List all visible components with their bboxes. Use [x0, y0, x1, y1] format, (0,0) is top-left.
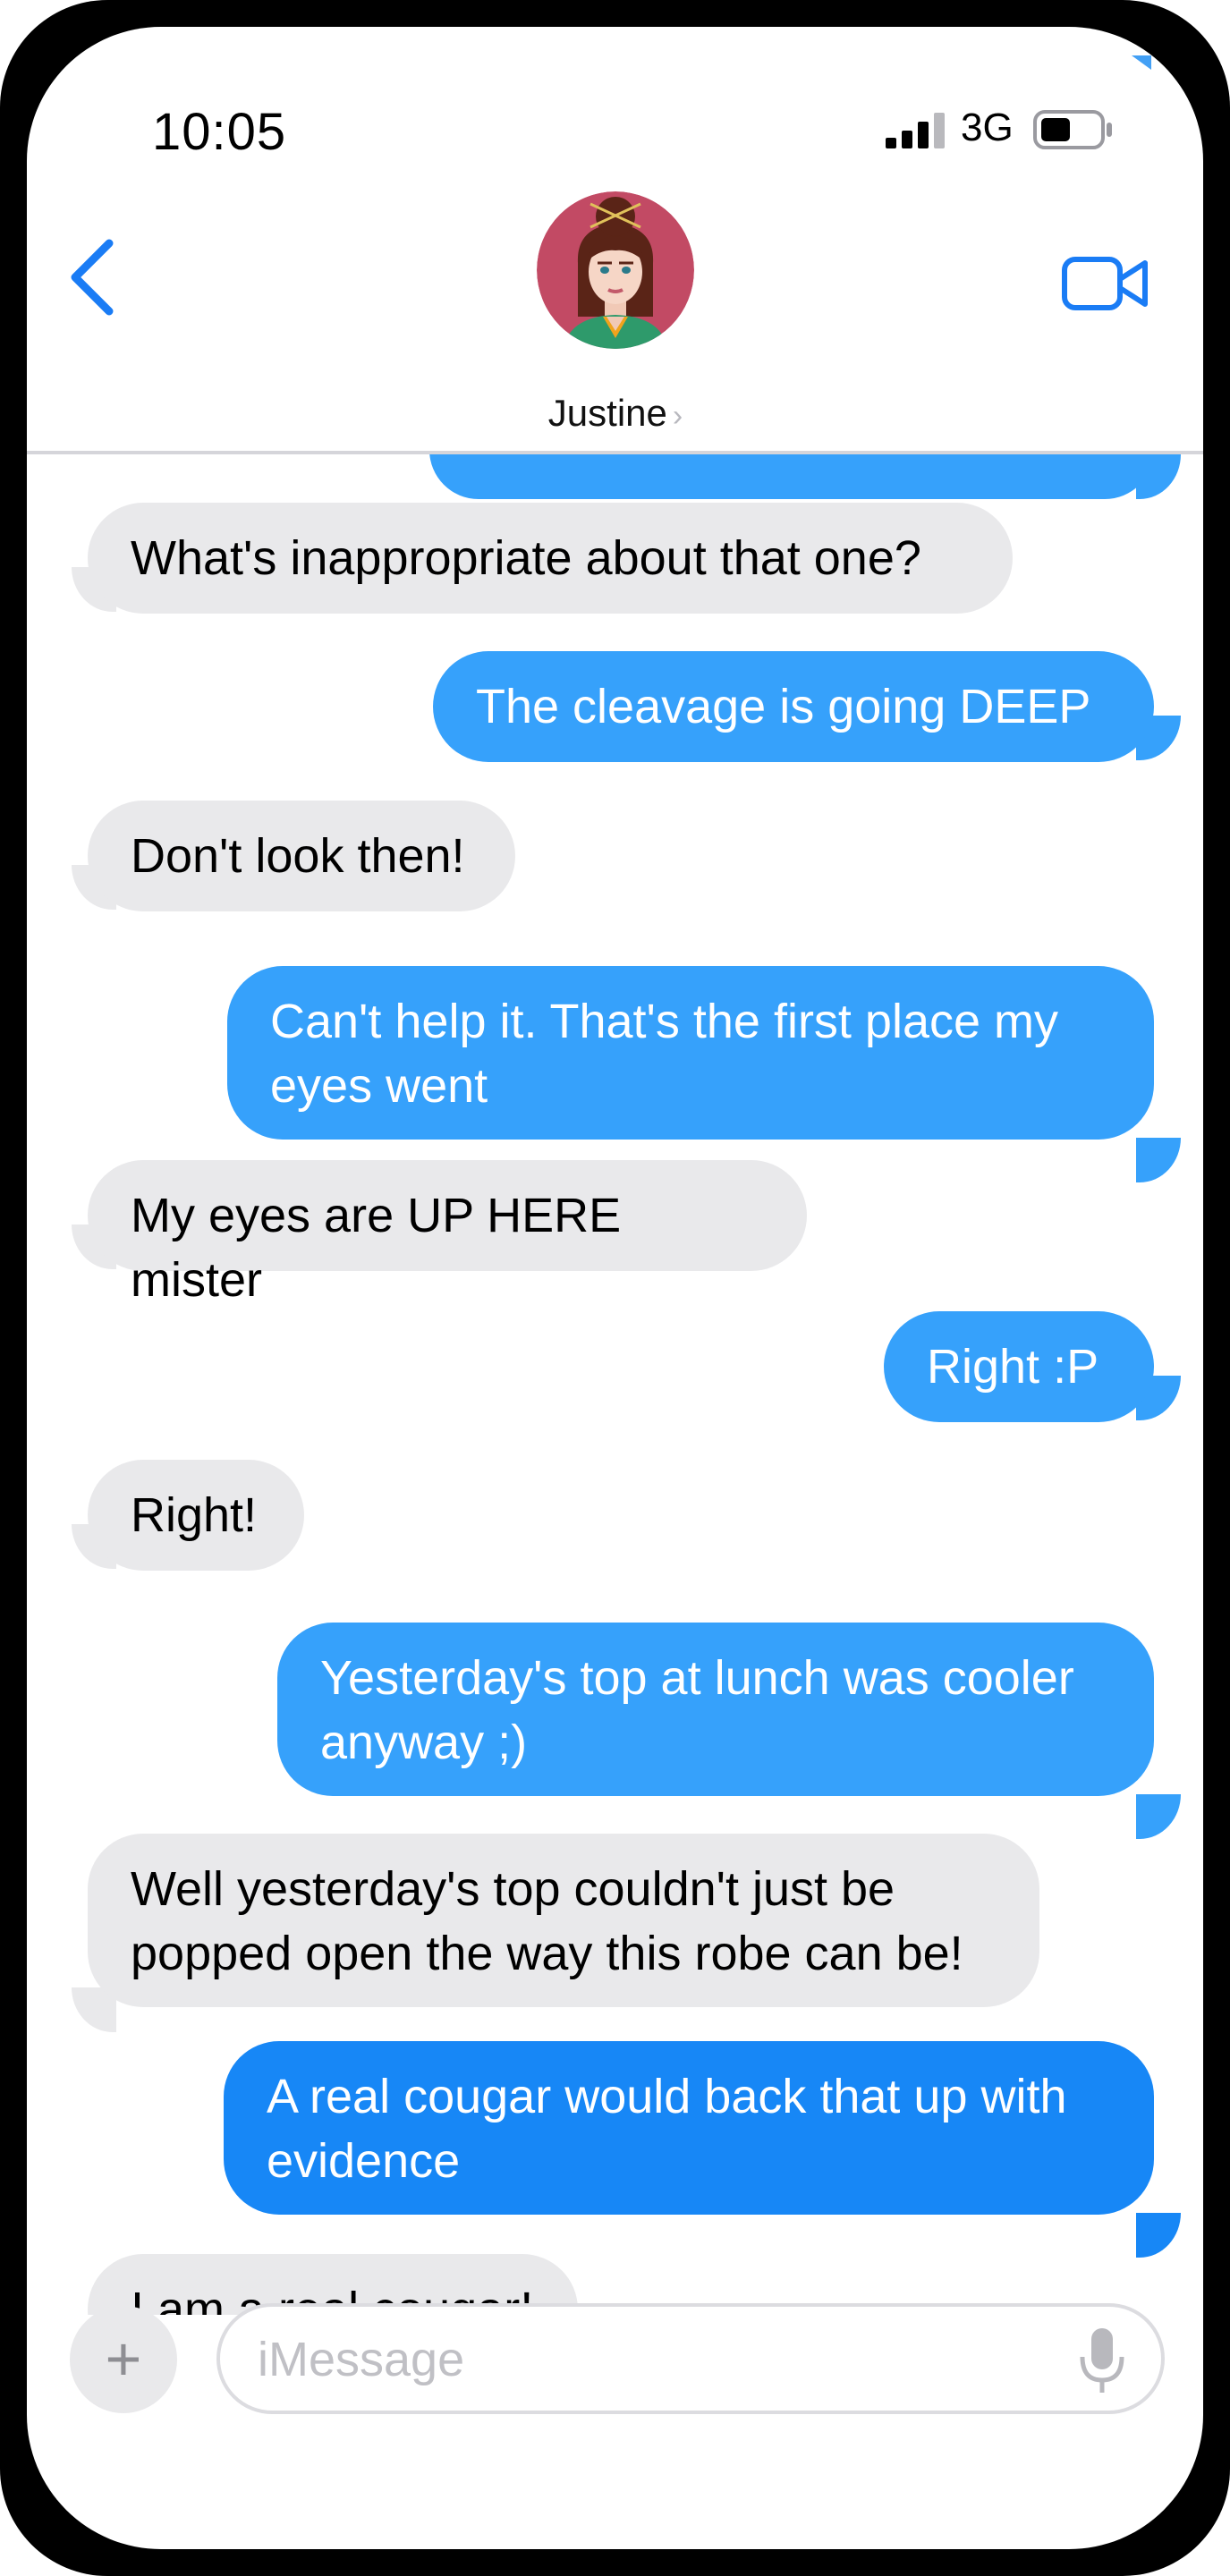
message-bubble-outgoing[interactable]: Can't help it. That's the first place my… [227, 966, 1154, 1140]
status-time: 10:05 [152, 103, 287, 161]
avatar[interactable] [537, 191, 694, 349]
add-attachment-button[interactable]: + [70, 2306, 177, 2413]
signal-bars-icon [886, 113, 945, 148]
message-input[interactable] [256, 2321, 1047, 2398]
contact-chevron-icon: › [672, 399, 683, 433]
network-type: 3G [961, 106, 1014, 149]
message-bubble-incoming[interactable]: My eyes are UP HERE mister [88, 1160, 807, 1307]
message-list[interactable]: What's inappropriate about that one? The… [27, 454, 1203, 2315]
contact-name: Justine [547, 392, 667, 434]
microphone-icon[interactable] [1079, 2326, 1125, 2396]
message-bubble-outgoing[interactable]: The cleavage is going DEEP [433, 651, 1154, 762]
message-bubble-incoming[interactable]: What's inappropriate about that one? [88, 503, 1013, 614]
contact-name-button[interactable]: Justine › [474, 392, 757, 435]
message-bubble-outgoing[interactable] [429, 454, 1154, 499]
message-input-container[interactable] [216, 2303, 1165, 2414]
message-bubble-outgoing[interactable]: Right :P [884, 1311, 1154, 1422]
plus-icon: + [105, 2324, 142, 2394]
bubble-tail [1136, 2213, 1181, 2258]
message-bubble-incoming[interactable]: Right! [88, 1460, 304, 1571]
bubble-tail [1136, 454, 1181, 499]
phone-screen: 10:05 3G Justine › What's inappropriate … [27, 27, 1203, 2549]
message-bubble-outgoing[interactable]: A real cougar would back that up with ev… [224, 2041, 1154, 2215]
message-bubble-incoming[interactable]: Don't look then! [88, 801, 515, 911]
message-bubble-outgoing[interactable]: Yesterday's top at lunch was cooler anyw… [277, 1623, 1154, 1796]
phone-frame: 10:05 3G Justine › What's inappropriate … [0, 0, 1230, 2576]
video-camera-icon[interactable] [1061, 252, 1150, 315]
back-chevron-icon[interactable] [64, 234, 122, 320]
corner-indicator [1132, 55, 1151, 70]
battery-icon [1033, 110, 1112, 149]
bubble-tail [1136, 1794, 1181, 1839]
bubble-tail [1136, 1138, 1181, 1182]
message-bubble-incoming[interactable]: Well yesterday's top couldn't just be po… [88, 1834, 1039, 2007]
